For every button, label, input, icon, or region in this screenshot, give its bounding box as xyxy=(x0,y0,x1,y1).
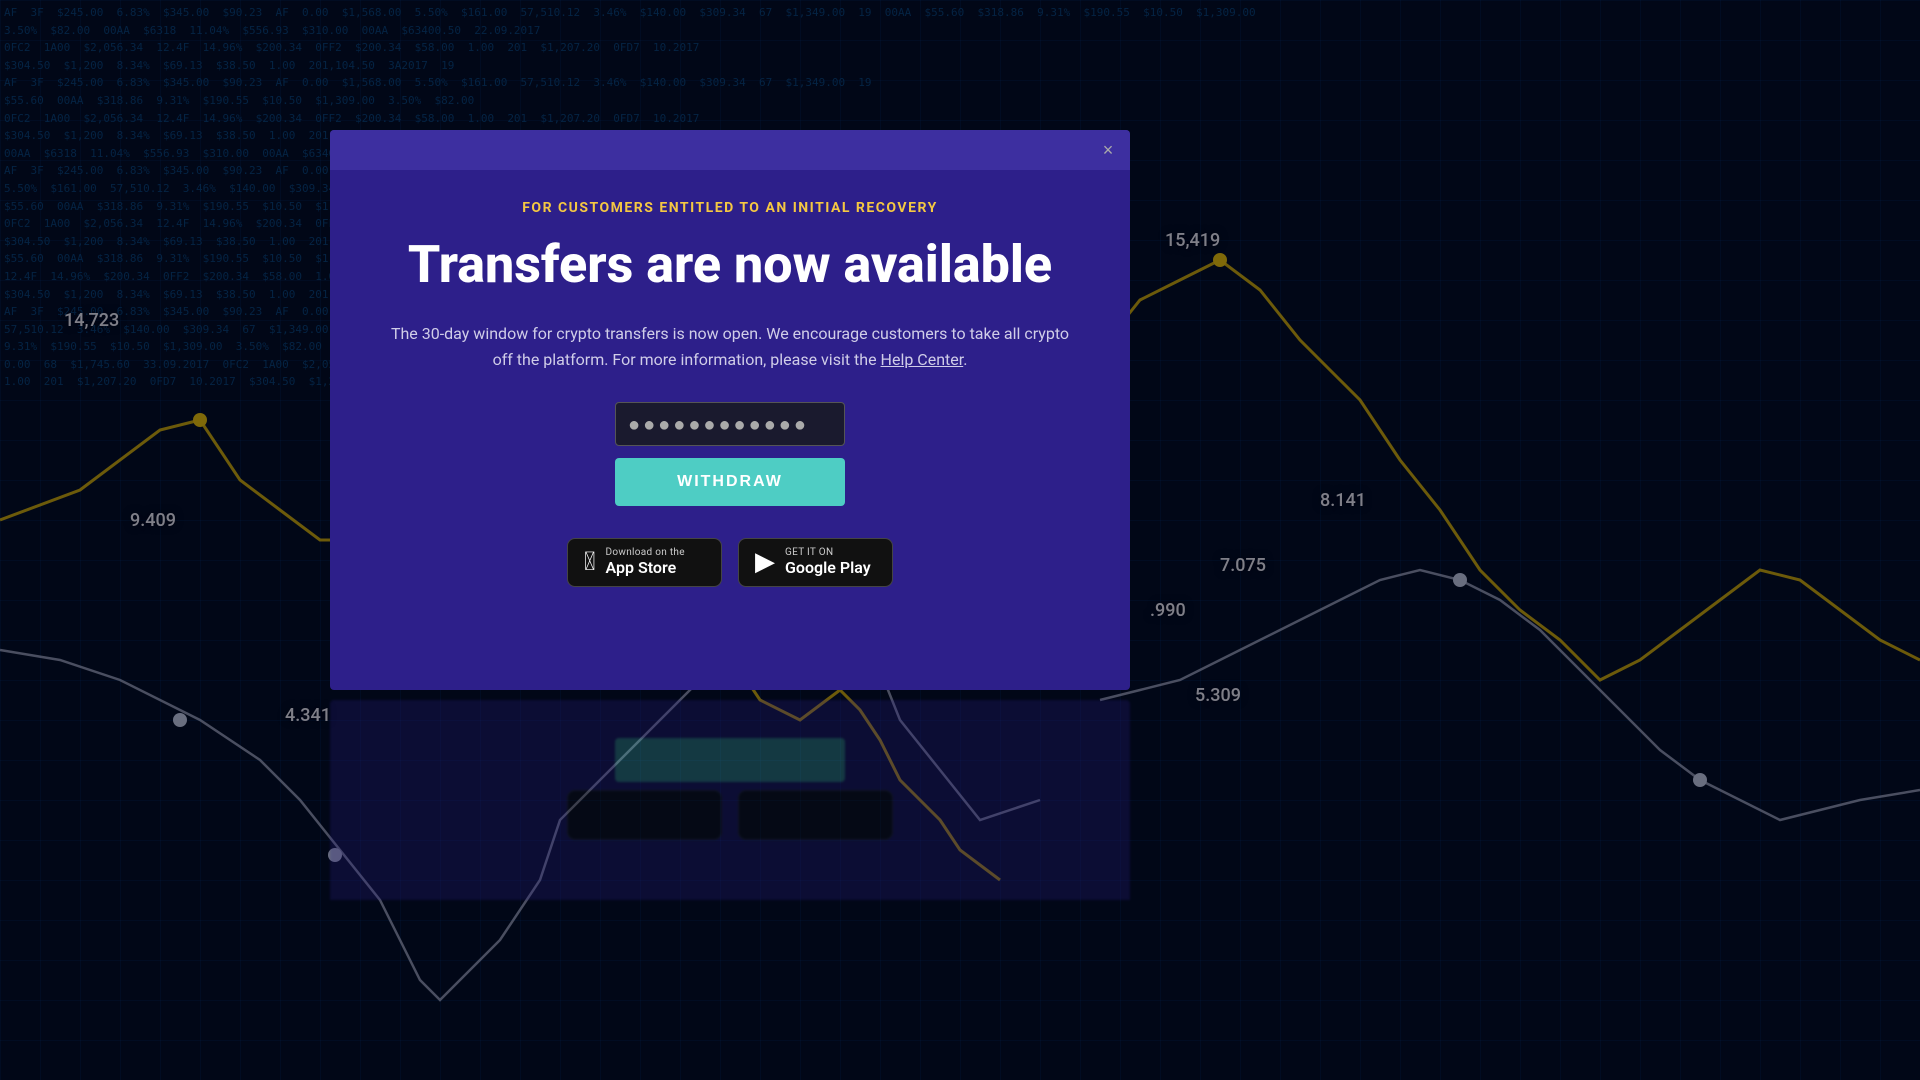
modal-title: Transfers are now available xyxy=(408,236,1052,293)
google-play-text: GET IT ON Google Play xyxy=(785,547,871,577)
modal-dialog: × FOR CUSTOMERS ENTITLED TO AN INITIAL R… xyxy=(330,130,1130,690)
google-play-button[interactable]: ▶ GET IT ON Google Play xyxy=(738,538,893,586)
modal-subtitle: FOR CUSTOMERS ENTITLED TO AN INITIAL REC… xyxy=(522,200,938,216)
google-play-line2: Google Play xyxy=(785,558,871,577)
app-store-line2: App Store xyxy=(606,558,685,577)
input-mask: ●●●●●●●●●●●● xyxy=(628,412,809,437)
close-button[interactable]: × xyxy=(1098,140,1118,160)
app-store-line1: Download on the xyxy=(606,547,685,558)
modal-top-bar: × xyxy=(330,130,1130,170)
app-store-text: Download on the App Store xyxy=(606,547,685,577)
modal-body-text: The 30-day window for crypto transfers i… xyxy=(390,321,1070,372)
play-icon: ▶ xyxy=(755,547,775,577)
amount-input[interactable]: ●●●●●●●●●●●● xyxy=(615,402,845,446)
withdraw-button[interactable]: WITHDRAW xyxy=(615,458,845,506)
apple-icon:  xyxy=(584,547,596,577)
app-store-button[interactable]:  Download on the App Store xyxy=(567,538,722,586)
google-play-line1: GET IT ON xyxy=(785,547,871,558)
app-store-buttons:  Download on the App Store ▶ GET IT ON … xyxy=(567,538,893,586)
help-center-link[interactable]: Help Center xyxy=(881,350,964,369)
modal-reflection xyxy=(330,700,1130,900)
